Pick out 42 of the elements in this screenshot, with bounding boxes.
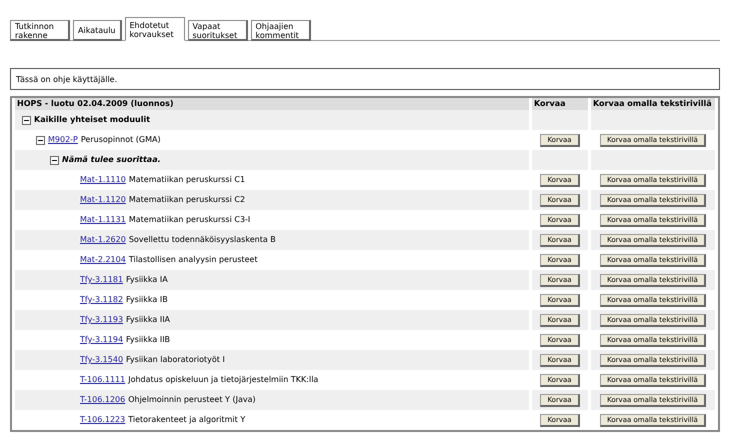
course-code-link[interactable]: Tfy-3.1540 bbox=[80, 355, 124, 365]
course-code-link[interactable]: T-106.1111 bbox=[80, 375, 126, 385]
course-name: Fysiikan laboratoriotyöt I bbox=[126, 355, 225, 365]
course-code-link[interactable]: Tfy-3.1194 bbox=[80, 335, 124, 345]
tab[interactable]: Aikataulu bbox=[73, 20, 122, 41]
course-name: Fysiikka IA bbox=[126, 275, 168, 285]
course-name: Matematiikan peruskurssi C2 bbox=[128, 195, 246, 205]
course-code-link[interactable]: Mat-2.2104 bbox=[80, 255, 126, 265]
course-name: Sovellettu todennäköisyyslaskenta B bbox=[128, 235, 276, 245]
column-header: Korvaa bbox=[532, 98, 588, 110]
group-title: Nämä tulee suorittaa. bbox=[62, 155, 161, 165]
course-name: Johdatus opiskeluun ja tietojärjestelmiin TKK:lla bbox=[128, 375, 318, 385]
course-name: Ohjelmoinnin perusteet Y (Java) bbox=[128, 395, 256, 405]
tab[interactable]: Ehdotetut korvaukset bbox=[124, 17, 184, 41]
tab[interactable]: Ohjaajien kommentit bbox=[250, 20, 310, 41]
course-code-link[interactable]: Tfy-3.1181 bbox=[80, 275, 124, 285]
course-code-link[interactable]: Mat-1.1110 bbox=[80, 175, 126, 185]
group-title: Kaikille yhteiset moduulit bbox=[34, 115, 150, 125]
course-code-link[interactable]: M902-P bbox=[48, 135, 78, 145]
column-header: HOPS - luotu 02.04.2009 (luonnos) bbox=[15, 98, 529, 110]
column-header: Korvaa omalla tekstirivillä bbox=[591, 98, 715, 110]
course-code-link[interactable]: T-106.1206 bbox=[80, 395, 126, 405]
course-name: Fysiikka IIA bbox=[126, 315, 170, 325]
collapse-icon[interactable] bbox=[22, 116, 31, 124]
course-code-link[interactable]: Tfy-3.1193 bbox=[80, 315, 124, 325]
course-name: Tietorakenteet ja algoritmit Y bbox=[128, 415, 246, 425]
tab[interactable]: Tutkinnon rakenne bbox=[10, 20, 70, 41]
course-name: Tilastollisen analyysin perusteet bbox=[128, 255, 258, 265]
instructions-text: Tässä on ohje käyttäjälle. bbox=[16, 74, 118, 84]
course-name: Fysiikka IIB bbox=[126, 335, 170, 345]
course-name: Matematiikan peruskurssi C1 bbox=[128, 175, 246, 185]
course-code-link[interactable]: T-106.1223 bbox=[80, 415, 126, 425]
course-code-link[interactable]: Mat-1.2620 bbox=[80, 235, 126, 245]
collapse-icon[interactable] bbox=[50, 156, 59, 164]
collapse-icon[interactable] bbox=[36, 136, 45, 144]
course-code-link[interactable]: Mat-1.1131 bbox=[80, 215, 126, 225]
course-name: Fysiikka IB bbox=[126, 295, 168, 305]
course-code-link[interactable]: Mat-1.1120 bbox=[80, 195, 126, 205]
course-name: Matematiikan peruskurssi C3-I bbox=[128, 215, 250, 225]
course-code-link[interactable]: Tfy-3.1182 bbox=[80, 295, 124, 305]
tab[interactable]: Vapaat suoritukset bbox=[188, 20, 248, 41]
module-name: Perusopinnot (GMA) bbox=[80, 135, 161, 145]
